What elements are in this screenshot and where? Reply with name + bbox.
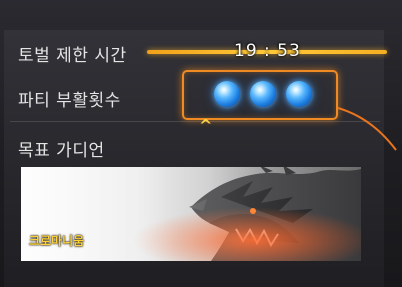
raid-status-panel: 토벌 제한 시간 19 : 53 파티 부활횟수 ^ 목표 가디언 크로마니움	[0, 0, 402, 287]
callout-line	[337, 107, 397, 151]
